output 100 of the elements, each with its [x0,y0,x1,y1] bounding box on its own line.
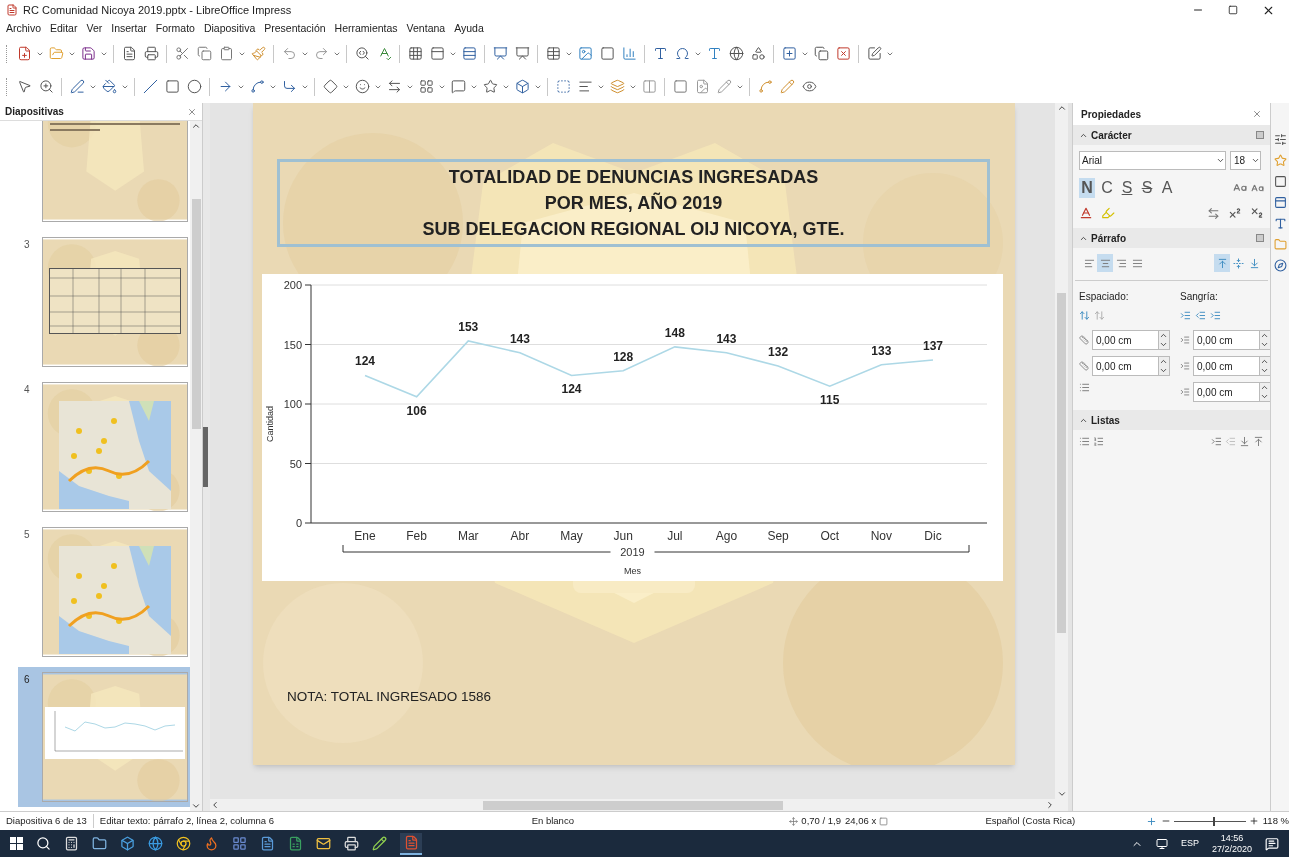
arrange-icon[interactable] [609,79,625,94]
new-document-icon[interactable] [16,46,32,61]
format-button[interactable]: A [1159,178,1175,198]
scroll-up-icon[interactable] [191,121,201,131]
line-color-icon[interactable] [69,79,85,94]
horizontal-scrollbar[interactable] [210,799,1068,811]
undo-icon[interactable] [281,46,297,61]
document-icon[interactable] [260,836,275,851]
styles-tab-icon[interactable] [1273,217,1287,230]
zoom-slider[interactable] [1173,816,1246,826]
align-icon[interactable] [577,79,593,94]
paste-icon[interactable] [218,46,234,61]
format-button[interactable]: S [1119,178,1135,198]
app-icon[interactable] [232,836,247,851]
grid-icon[interactable] [407,46,423,61]
spin-up-icon[interactable] [1159,331,1168,340]
find-replace-icon[interactable] [354,46,370,61]
printer-icon[interactable] [344,836,359,851]
demote-icon[interactable] [1211,436,1222,447]
browser-icon[interactable] [148,836,163,851]
slide-show-icon[interactable] [492,46,508,61]
menu-item[interactable]: Presentación [264,20,326,37]
redo-icon[interactable] [313,46,329,61]
delete-slide-icon[interactable] [835,46,851,61]
rectangle-icon[interactable] [164,79,180,94]
arrow-icon[interactable] [217,79,233,94]
scroll-left-icon[interactable] [210,800,220,810]
star-icon[interactable] [482,79,498,94]
spin-down-icon[interactable] [1159,340,1168,349]
frame-icon[interactable] [599,46,615,61]
menu-item[interactable]: Insertar [111,20,147,37]
open-folder-icon[interactable] [48,46,64,61]
duplicate-slide-icon[interactable] [813,46,829,61]
spin-up-icon[interactable] [1159,357,1168,366]
slide-layout-icon[interactable] [866,46,882,61]
double-arrow-icon[interactable] [386,79,402,94]
zoom-slider-thumb[interactable] [1213,816,1216,826]
superscript-icon[interactable] [1228,206,1242,220]
master-slide-icon[interactable] [461,46,477,61]
mail-icon[interactable] [316,836,331,851]
character-spacing-icon[interactable] [1207,206,1220,220]
vertical-scrollbar[interactable] [190,121,202,811]
network-icon[interactable] [1155,837,1168,850]
impress-taskbar-button[interactable] [400,832,422,855]
folder-icon[interactable] [92,836,107,851]
pointer-icon[interactable] [16,79,32,94]
navigator-tab-icon[interactable] [1273,259,1287,272]
spin-field[interactable]: 0,00 cm [1193,330,1271,350]
menu-item[interactable]: Ayuda [454,20,484,37]
spin-field[interactable]: 0,00 cm [1193,356,1271,376]
format-button[interactable]: N [1079,178,1095,198]
format-button[interactable]: C [1099,178,1115,198]
search-icon[interactable] [36,836,51,851]
spin-up-icon[interactable] [1260,383,1269,392]
add-slide-icon[interactable] [781,46,797,61]
ellipse-icon[interactable] [186,79,202,94]
scroll-up-icon[interactable] [1056,103,1067,113]
flowchart-icon[interactable] [418,79,434,94]
section-header[interactable]: Listas [1091,412,1120,428]
splitter-handle[interactable] [203,103,210,811]
bullet-list-icon[interactable] [1079,436,1090,447]
table-icon[interactable] [545,46,561,61]
move-up-icon[interactable] [1253,436,1264,447]
clock-date[interactable]: 27/2/2020 [1211,843,1252,855]
paintbrush-icon[interactable] [250,46,266,61]
spin-up-icon[interactable] [1260,357,1269,366]
menu-item[interactable]: Herramientas [334,20,398,37]
scroll-down-icon[interactable] [191,801,201,811]
print-icon[interactable] [143,46,159,61]
spin-down-icon[interactable] [1260,366,1269,375]
diamond-icon[interactable] [322,79,338,94]
notifications-icon[interactable] [1265,836,1279,851]
chrome-icon[interactable] [176,836,191,851]
slide-tab-icon[interactable] [1273,196,1287,209]
bar-chart-icon[interactable] [621,46,637,61]
save-icon[interactable] [80,46,96,61]
vertical-scrollbar[interactable] [1055,103,1068,799]
format-button[interactable]: S [1139,178,1155,198]
scroll-right-icon[interactable] [1045,800,1055,810]
spin-up-icon[interactable] [1260,331,1269,340]
shapes-icon[interactable] [750,46,766,61]
omega-icon[interactable] [674,46,690,61]
zoom-icon[interactable] [38,79,54,94]
spin-down-icon[interactable] [1260,392,1269,401]
spreadsheet-icon[interactable] [288,836,303,851]
properties-tab-icon[interactable] [1273,133,1287,146]
title-box[interactable]: TOTALIDAD DE DENUNCIAS INGRESADAS POR MES, AÑO 2019 SUB DELEGACION REGIONAL OIJ NICOYA, GTE. [277,159,990,247]
clock-time[interactable]: 14:56 [1220,832,1244,844]
zoom-in-icon[interactable] [1248,816,1259,826]
calculator-icon[interactable] [64,836,79,851]
font-color-icon[interactable] [1079,206,1093,220]
start-icon[interactable] [10,837,23,850]
dropdown-caret-icon[interactable] [1216,156,1225,165]
font-name-dropdown[interactable]: Arial [1079,151,1226,170]
connector-icon[interactable] [281,79,297,94]
menu-item[interactable]: Editar [50,20,78,37]
move-down-icon[interactable] [1239,436,1250,447]
line-icon[interactable] [142,79,158,94]
menu-item[interactable]: Ventana [406,20,446,37]
slide-thumbnail[interactable]: 6 [18,667,190,807]
